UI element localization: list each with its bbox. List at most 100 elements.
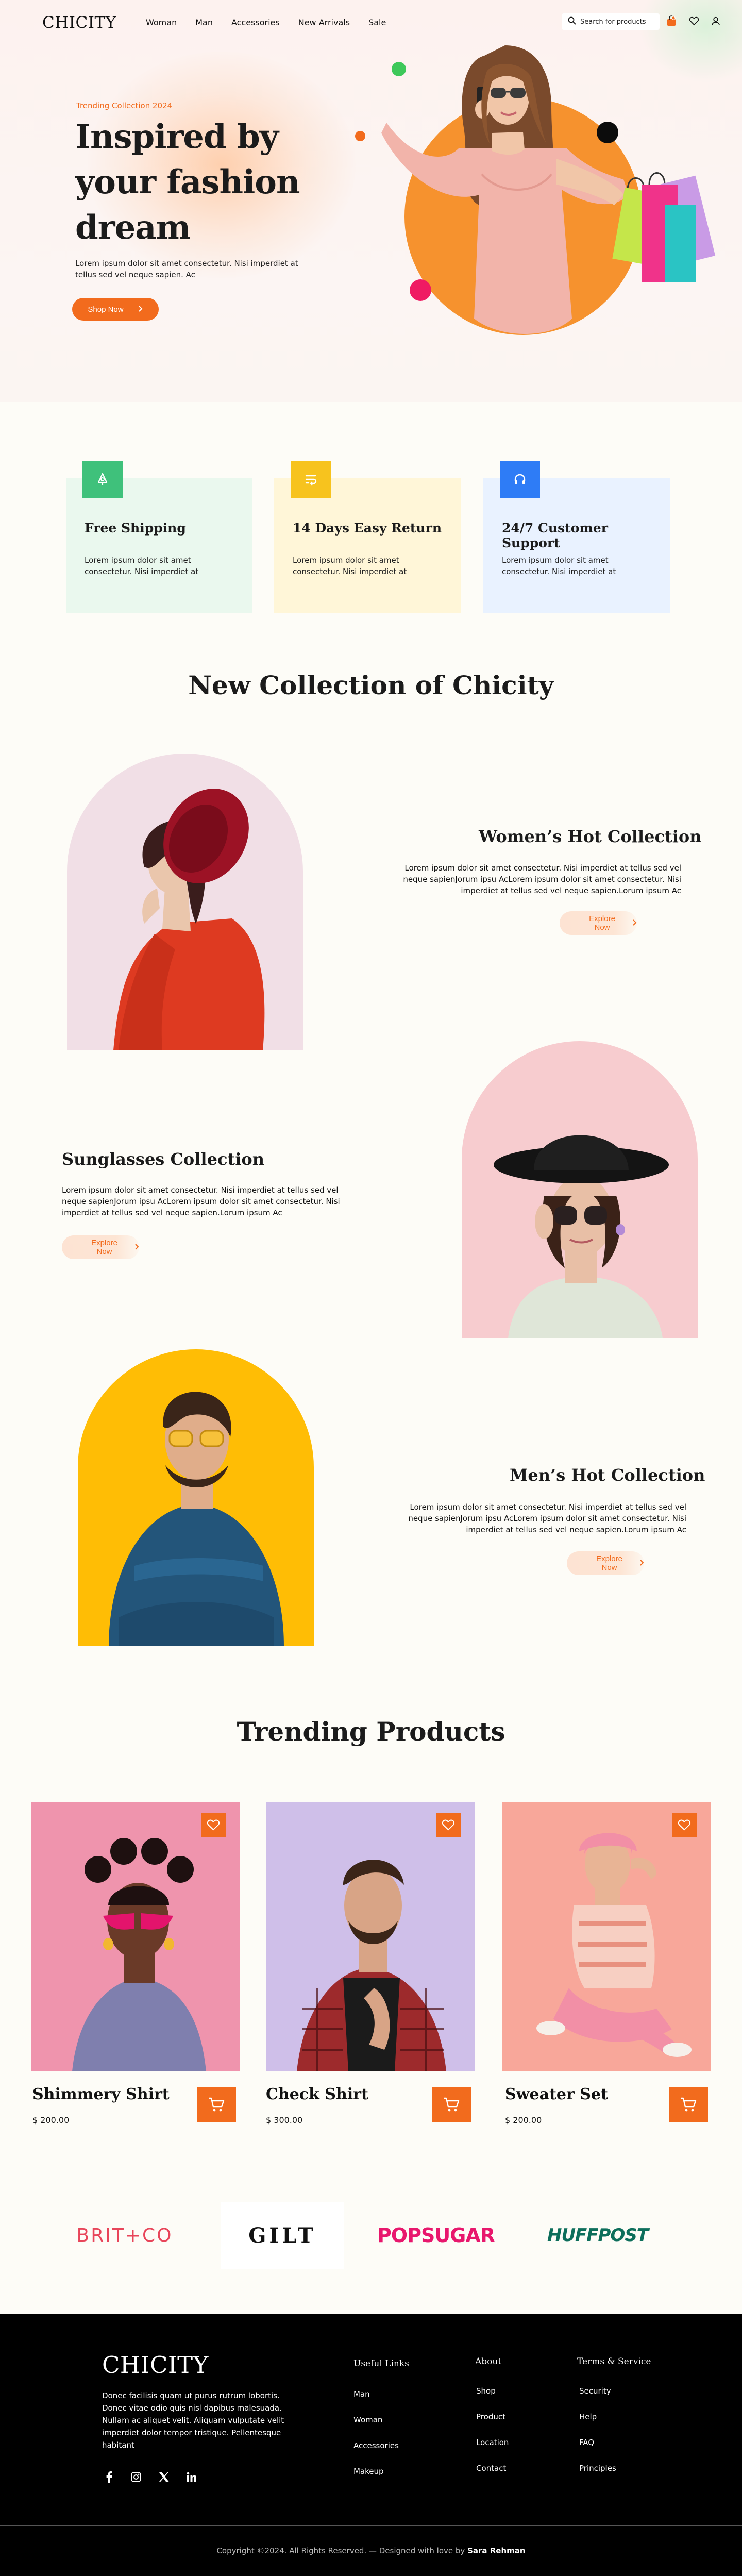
hero-description: Lorem ipsum dolor sit amet consectetur. … bbox=[75, 259, 298, 279]
brand-name: BRIT+CO bbox=[76, 2224, 173, 2246]
feature-title: 24/7 Customer Support bbox=[502, 521, 608, 550]
linkedin-icon[interactable] bbox=[184, 2470, 199, 2484]
brand-logo-popsugar[interactable]: POPSUGAR bbox=[374, 2202, 498, 2269]
footer-about: Donec facilisis quam ut purus rutrum lob… bbox=[102, 2391, 284, 2450]
return-icon-badge bbox=[291, 461, 331, 498]
instagram-icon[interactable] bbox=[129, 2470, 143, 2484]
collection-title: Sunglasses Collection bbox=[62, 1149, 264, 1169]
explore-label: Explore Now bbox=[91, 1239, 117, 1256]
footer-link-woman[interactable]: Woman bbox=[353, 2415, 382, 2424]
chevron-right-icon bbox=[632, 919, 637, 928]
heart-icon bbox=[442, 1819, 455, 1831]
truck-icon-badge bbox=[82, 461, 123, 498]
collection-desc: Lorem ipsum dolor sit amet consectetur. … bbox=[62, 1185, 340, 1217]
footer-divider bbox=[0, 2525, 742, 2526]
site-footer: CHICITY Donec facilisis quam ut purus ru… bbox=[0, 2314, 742, 2576]
headphones-icon bbox=[514, 474, 526, 484]
copyright-text: Copyright ©2024. All Rights Reserved. — … bbox=[216, 2546, 465, 2555]
footer-link-man[interactable]: Man bbox=[353, 2389, 370, 2399]
site-logo[interactable]: CHICITY bbox=[42, 13, 116, 32]
favorite-button[interactable] bbox=[201, 1813, 226, 1837]
brand-logo-huffpost[interactable]: HUFFPOST bbox=[536, 2202, 660, 2269]
nav-woman[interactable]: Woman bbox=[146, 18, 177, 27]
orange-dot bbox=[355, 131, 365, 141]
chevron-right-icon bbox=[639, 1559, 644, 1568]
designer-name: Sara Rehman bbox=[467, 2546, 526, 2555]
heart-icon[interactable] bbox=[687, 14, 701, 28]
collection-desc: Lorem ipsum dolor sit amet consectetur. … bbox=[408, 1502, 686, 1534]
product-name[interactable]: Check Shirt bbox=[266, 2085, 368, 2103]
add-to-cart-button[interactable] bbox=[197, 2087, 236, 2122]
feature-desc: Lorem ipsum dolor sit amet consectetur. … bbox=[85, 556, 199, 576]
feature-title: Free Shipping bbox=[85, 521, 186, 536]
nav-new-arrivals[interactable]: New Arrivals bbox=[298, 18, 350, 27]
explore-label: Explore Now bbox=[589, 914, 615, 932]
favorite-button[interactable] bbox=[436, 1813, 461, 1837]
explore-women-button[interactable]: Explore Now bbox=[560, 911, 637, 935]
bag-icon[interactable] bbox=[665, 14, 678, 28]
brand-logo-gilt[interactable]: GILT bbox=[221, 2202, 344, 2269]
search-icon bbox=[568, 16, 576, 27]
collection-desc: Lorem ipsum dolor sit amet consectetur. … bbox=[403, 863, 681, 895]
feature-card-returns: 14 Days Easy Return Lorem ipsum dolor si… bbox=[274, 461, 461, 613]
x-icon[interactable] bbox=[157, 2470, 171, 2484]
user-icon[interactable] bbox=[709, 14, 722, 28]
footer-link-location[interactable]: Location bbox=[476, 2438, 509, 2447]
brand-logo-britco[interactable]: BRIT+CO bbox=[63, 2202, 187, 2269]
product-image-sweater-set[interactable] bbox=[502, 1802, 711, 2071]
return-icon bbox=[305, 475, 317, 486]
favorite-button[interactable] bbox=[672, 1813, 697, 1837]
cart-icon bbox=[209, 2097, 225, 2112]
feature-desc: Lorem ipsum dolor sit amet consectetur. … bbox=[502, 556, 616, 576]
product-image-shimmery[interactable] bbox=[31, 1802, 240, 2071]
footer-link-security[interactable]: Security bbox=[579, 2386, 611, 2396]
add-to-cart-button[interactable] bbox=[669, 2087, 708, 2122]
nav-accessories[interactable]: Accessories bbox=[231, 18, 280, 27]
footer-logo[interactable]: CHICITY bbox=[102, 2351, 209, 2379]
collections-title: New Collection of Chicity bbox=[188, 670, 554, 700]
brand-name: GILT bbox=[248, 2223, 316, 2248]
feature-card-bg bbox=[274, 478, 461, 613]
explore-men-button[interactable]: Explore Now bbox=[567, 1551, 644, 1575]
product-image-check-shirt[interactable] bbox=[266, 1802, 475, 2071]
feature-card-bg bbox=[66, 478, 252, 613]
footer-col-title-about: About bbox=[475, 2356, 502, 2367]
sunglasses-collection-image bbox=[462, 1041, 698, 1338]
chevron-right-icon bbox=[138, 305, 143, 314]
footer-col-title-terms: Terms & Service bbox=[577, 2356, 651, 2367]
brand-name: POPSUGAR bbox=[377, 2224, 495, 2247]
product-name[interactable]: Sweater Set bbox=[505, 2085, 608, 2103]
product-price: $ 200.00 bbox=[505, 2115, 542, 2125]
footer-link-shop[interactable]: Shop bbox=[476, 2386, 496, 2396]
shop-now-label: Shop Now bbox=[88, 305, 124, 314]
chevron-right-icon bbox=[134, 1243, 139, 1252]
add-to-cart-button[interactable] bbox=[432, 2087, 471, 2122]
footer-link-product[interactable]: Product bbox=[476, 2412, 505, 2421]
hero-title: Inspired by your fashion dream bbox=[75, 118, 300, 247]
main-nav: Woman Man Accessories New Arrivals Sale bbox=[146, 18, 386, 27]
nav-man[interactable]: Man bbox=[195, 18, 213, 27]
collection-title: Men’s Hot Collection bbox=[510, 1465, 705, 1485]
headphones-icon-badge bbox=[500, 461, 540, 498]
footer-link-help[interactable]: Help bbox=[579, 2412, 597, 2421]
shop-now-button[interactable]: Shop Now bbox=[72, 298, 159, 321]
facebook-icon[interactable] bbox=[102, 2470, 116, 2484]
men-collection-image bbox=[78, 1349, 314, 1646]
explore-sunglasses-button[interactable]: Explore Now bbox=[62, 1235, 139, 1259]
product-price: $ 200.00 bbox=[32, 2115, 70, 2125]
nav-sale[interactable]: Sale bbox=[368, 18, 386, 27]
search-input[interactable]: Search for products bbox=[580, 18, 646, 26]
footer-link-accessories[interactable]: Accessories bbox=[353, 2441, 399, 2450]
product-name[interactable]: Shimmery Shirt bbox=[32, 2085, 170, 2103]
brand-name: HUFFPOST bbox=[547, 2225, 649, 2246]
search-box[interactable]: Search for products bbox=[562, 13, 660, 30]
footer-link-contact[interactable]: Contact bbox=[476, 2464, 506, 2473]
cart-icon bbox=[444, 2097, 460, 2112]
hero-model-image bbox=[381, 45, 716, 334]
feature-title: 14 Days Easy Return bbox=[293, 521, 442, 536]
truck-icon bbox=[97, 473, 108, 485]
footer-link-principles[interactable]: Principles bbox=[579, 2464, 616, 2473]
footer-link-makeup[interactable]: Makeup bbox=[353, 2467, 384, 2476]
footer-link-faq[interactable]: FAQ bbox=[579, 2438, 594, 2447]
hero-kicker: Trending Collection 2024 bbox=[76, 101, 173, 110]
